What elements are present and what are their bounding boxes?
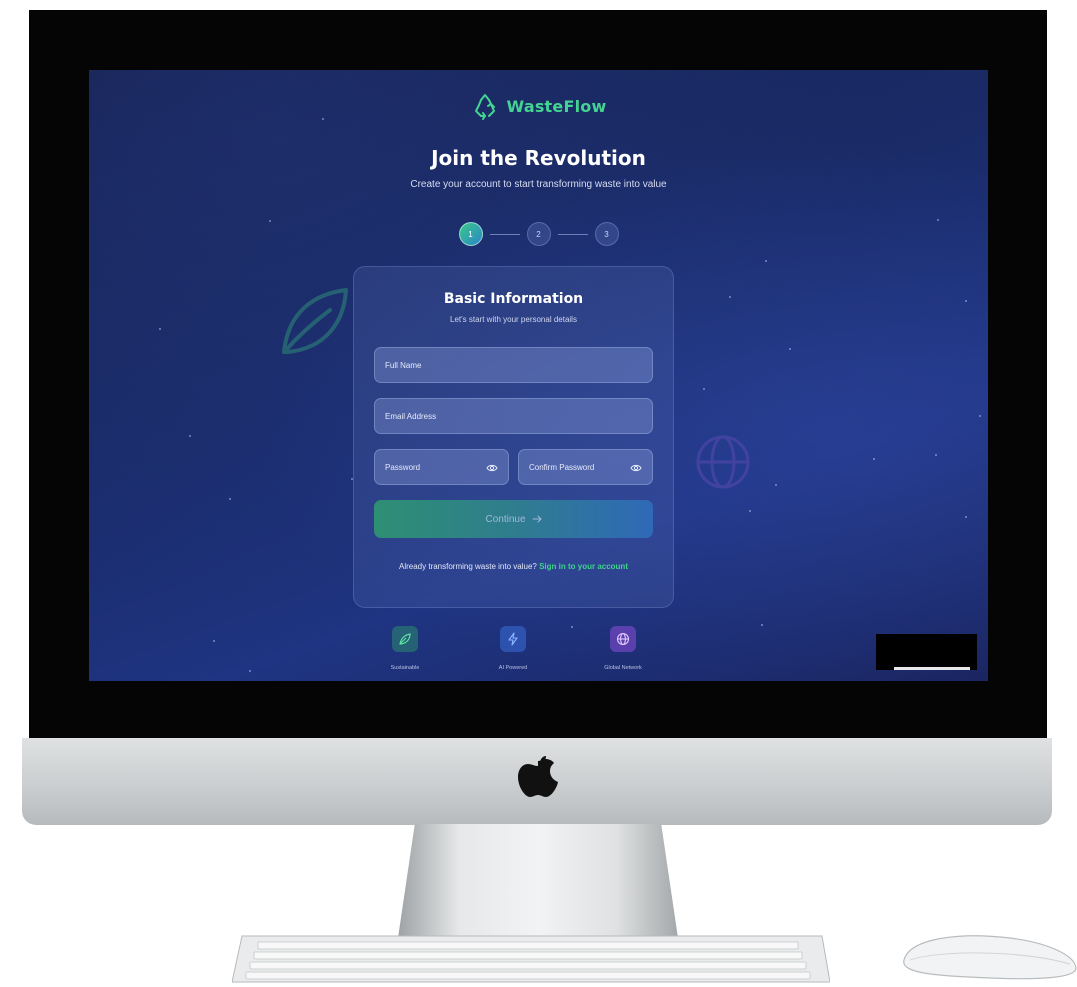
feature-label: Sustainable (390, 665, 420, 671)
feature-global-network: Global Network (583, 626, 663, 671)
feature-sustainable: Sustainable (365, 626, 445, 671)
arrow-right-icon (532, 515, 542, 523)
lightning-icon (508, 632, 518, 646)
step-connector (489, 233, 520, 235)
star (761, 624, 763, 626)
card-title: Basic Information (443, 291, 584, 307)
password-field[interactable] (374, 449, 509, 485)
star (213, 640, 215, 642)
page-title: Join the Revolution (431, 146, 646, 170)
feature-ai-powered: AI Powered (473, 626, 553, 671)
star (571, 626, 573, 628)
redaction-box (876, 634, 977, 670)
step-connector (557, 233, 588, 235)
star (789, 348, 791, 350)
continue-button[interactable]: Continue (374, 500, 653, 538)
star (937, 219, 939, 221)
star (935, 454, 937, 456)
feature-label: Global Network (604, 665, 642, 671)
leaf-icon (282, 288, 348, 354)
keyboard (232, 935, 830, 983)
star (159, 328, 161, 330)
feature-label: AI Powered (498, 665, 528, 671)
monitor-stand (398, 824, 678, 938)
star (729, 296, 731, 298)
star (749, 510, 751, 512)
eye-icon[interactable] (630, 462, 642, 474)
signin-prompt-text: Already transforming waste into value? (399, 562, 537, 571)
star (873, 458, 875, 460)
brand-name: WasteFlow (506, 96, 607, 116)
step-1: 1 (458, 222, 483, 246)
signin-link[interactable]: Sign in to your account (539, 562, 628, 571)
page-subtitle: Create your account to start transformin… (410, 179, 667, 190)
feature-tile (500, 626, 526, 652)
confirm-password-field[interactable] (518, 449, 653, 485)
star (703, 388, 705, 390)
star (979, 415, 981, 417)
leaf-icon (399, 633, 411, 645)
full-name-input[interactable] (385, 360, 652, 370)
registration-card: Basic Information Let's start with your … (353, 266, 674, 608)
email-input[interactable] (385, 411, 652, 421)
star (765, 260, 767, 262)
step-3: 3 (594, 222, 619, 246)
globe-icon (696, 435, 750, 489)
star (249, 670, 251, 672)
email-field[interactable] (374, 398, 653, 434)
star (965, 300, 967, 302)
card-subtitle: Let's start with your personal details (450, 315, 577, 324)
star (775, 484, 777, 486)
star (965, 516, 967, 518)
signin-prompt: Already transforming waste into value? S… (384, 560, 643, 573)
star (189, 435, 191, 437)
magic-mouse (903, 935, 1077, 980)
brand: WasteFlow (89, 92, 988, 120)
screen: WasteFlow Join the Revolution Create you… (89, 70, 988, 681)
redaction-line (894, 667, 970, 670)
feature-tile (392, 626, 418, 652)
globe-icon (616, 632, 630, 646)
apple-logo-icon (518, 756, 558, 797)
recycle-icon (474, 94, 495, 120)
feature-tile (610, 626, 636, 652)
star (229, 498, 231, 500)
eye-icon[interactable] (486, 462, 498, 474)
continue-label: Continue (485, 513, 526, 525)
full-name-field[interactable] (374, 347, 653, 383)
step-2: 2 (526, 222, 551, 246)
stepper: 1 2 3 (89, 222, 988, 246)
